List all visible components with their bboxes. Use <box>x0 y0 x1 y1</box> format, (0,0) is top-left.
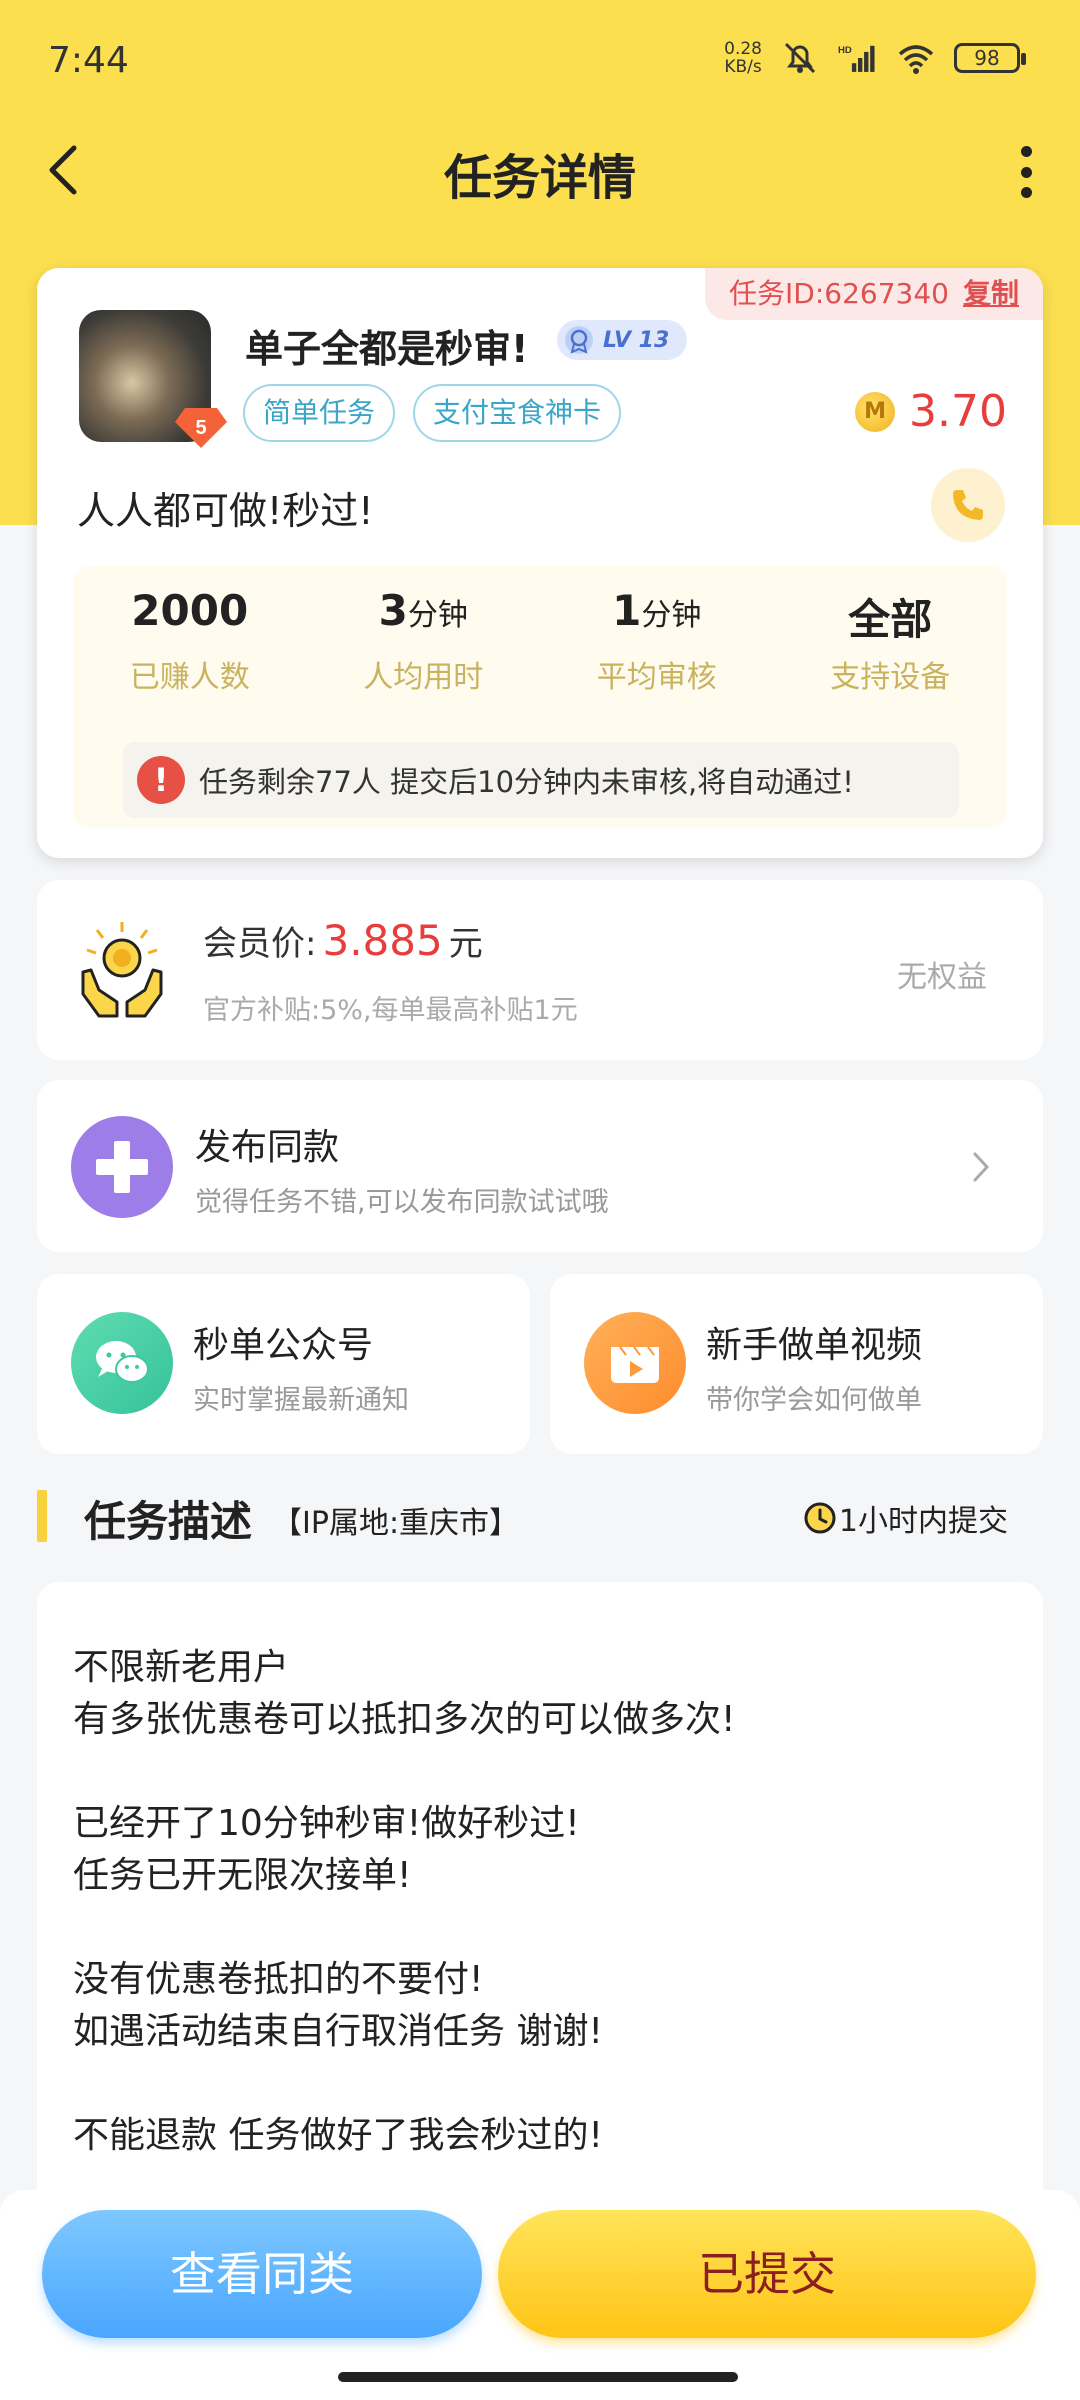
alert-icon: ! <box>137 756 185 804</box>
section-title: 任务描述 <box>84 1497 253 1546</box>
level-badge: LV 13 <box>557 320 687 360</box>
description-text: 不限新老用户 有多张优惠卷可以抵扣多次的可以做多次! 已经开了10分钟秒审!做好… <box>73 1647 736 2156</box>
task-id: 任务ID:6267340 <box>729 277 949 310</box>
publish-same-card[interactable]: 发布同款 觉得任务不错,可以发布同款试试哦 <box>37 1080 1043 1252</box>
rank-badge-icon: 5 <box>175 408 227 448</box>
mute-bell-icon <box>784 42 816 74</box>
more-options-icon[interactable] <box>1016 146 1036 198</box>
official-account-title: 秒单公众号 <box>193 1325 374 1366</box>
notice-text: 任务剩余77人 提交后10分钟内未审核,将自动通过! <box>199 765 854 799</box>
tag-alipay-card: 支付宝食神卡 <box>413 384 622 442</box>
member-subsidy: 官方补贴:5%,每单最高补贴1元 <box>203 995 578 1026</box>
stat-devices: 全部 支持设备 <box>830 595 951 695</box>
stat-earned-count: 2000 已赚人数 <box>129 586 250 695</box>
clock-icon <box>804 1502 836 1534</box>
svg-text:5: 5 <box>195 417 206 439</box>
member-rights: 无权益 <box>897 960 987 995</box>
tutorial-video-title: 新手做单视频 <box>706 1325 923 1366</box>
publish-title: 发布同款 <box>195 1127 340 1168</box>
reward-value: 3.70 <box>909 386 1007 437</box>
phone-icon <box>953 490 983 520</box>
task-stats: 2000 已赚人数 3分钟 人均用时 1分钟 平均审核 全部 支持设备 ! 任务… <box>73 566 1007 828</box>
stat-avg-review: 1分钟 平均审核 <box>596 586 717 695</box>
contact-button[interactable] <box>931 468 1005 542</box>
page-title: 任务详情 <box>443 150 636 206</box>
publish-subtitle: 觉得任务不错,可以发布同款试试哦 <box>195 1187 609 1218</box>
task-notice: ! 任务剩余77人 提交后10分钟内未审核,将自动通过! <box>123 742 959 818</box>
tutorial-video-card[interactable]: 新手做单视频 带你学会如何做单 <box>550 1274 1043 1454</box>
official-account-subtitle: 实时掌握最新通知 <box>193 1385 409 1416</box>
copy-button[interactable]: 复制 <box>963 268 1019 320</box>
tag-simple-task: 简单任务 <box>243 384 396 442</box>
section-accent-bar <box>37 1490 47 1542</box>
task-info-card: 任务ID:6267340 复制 5 单子全都是秒审! LV 13 简单任务 支付… <box>37 268 1043 858</box>
ip-location: 【IP属地:重庆市】 <box>272 1506 520 1541</box>
official-account-card[interactable]: 秒单公众号 实时掌握最新通知 <box>37 1274 530 1454</box>
submit-deadline: 1小时内提交 <box>803 1496 1008 1540</box>
tutorial-video-subtitle: 带你学会如何做单 <box>706 1385 922 1416</box>
submitted-button[interactable]: 已提交 <box>498 2210 1036 2338</box>
cell-signal-icon: HD <box>838 45 875 72</box>
plus-icon <box>71 1116 173 1218</box>
chevron-right-icon <box>973 1152 990 1182</box>
task-subtitle: 人人都可做!秒过! <box>77 489 374 533</box>
wechat-icon <box>71 1312 173 1414</box>
coin-hands-icon <box>81 922 163 1018</box>
home-indicator[interactable] <box>338 2372 738 2382</box>
task-title: 单子全都是秒审! <box>245 327 529 371</box>
task-tags: 简单任务 支付宝食神卡 <box>243 384 622 442</box>
member-price: 会员价: 3.885 元 <box>203 916 483 965</box>
wifi-icon <box>898 45 934 74</box>
video-icon <box>584 1312 686 1414</box>
medal-icon <box>565 326 593 354</box>
task-reward: M 3.70 <box>855 386 1007 437</box>
stat-avg-time: 3分钟 人均用时 <box>363 586 484 695</box>
task-id-tag: 任务ID:6267340 复制 <box>705 268 1043 320</box>
level-text: LV 13 <box>603 327 670 353</box>
status-bar: 7:44 0.28 KB/s HD 98 <box>0 0 1080 120</box>
battery-indicator: 98 <box>954 43 1026 73</box>
status-time: 7:44 <box>48 40 129 81</box>
coin-icon: M <box>855 391 896 432</box>
svg-text:HD: HD <box>838 45 852 56</box>
status-icons: 0.28 KB/s HD 98 <box>724 39 1026 77</box>
bottom-action-bar: 查看同类 已提交 <box>0 2190 1080 2400</box>
view-similar-button[interactable]: 查看同类 <box>42 2210 482 2338</box>
member-price-card[interactable]: 会员价: 3.885 元 官方补贴:5%,每单最高补贴1元 无权益 <box>37 880 1043 1060</box>
net-speed: 0.28 KB/s <box>724 39 762 77</box>
